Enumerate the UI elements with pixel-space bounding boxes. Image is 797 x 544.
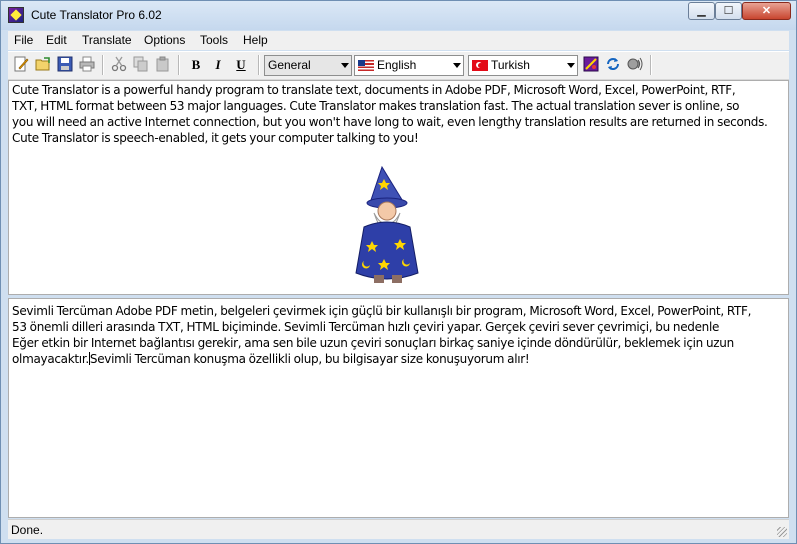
translation-text-line: Sevimli Tercüman Adobe PDF metin, belgel… [12,304,752,318]
chevron-down-icon [341,63,349,68]
copy-icon[interactable] [132,56,150,74]
underline-button[interactable]: U [232,56,250,74]
toolbar-separator [258,55,260,75]
status-bar: Done. [8,519,789,539]
minimize-button[interactable]: ▁ [688,2,715,20]
menu-tools[interactable]: Tools [200,33,228,47]
swap-icon[interactable] [604,56,622,74]
close-button[interactable]: ✕ [742,2,791,20]
menu-edit[interactable]: Edit [46,33,67,47]
source-language-value: English [377,58,417,72]
paste-icon[interactable] [154,56,172,74]
menu-translate[interactable]: Translate [82,33,132,47]
new-icon[interactable] [12,56,30,74]
source-language-dropdown[interactable]: English [354,55,464,76]
toolbar: B I U General English Turkish [8,51,789,80]
print-icon[interactable] [78,56,96,74]
resize-grip[interactable] [777,527,787,537]
toolbar-separator [650,55,652,75]
translation-text-area[interactable]: Sevimli Tercüman Adobe PDF metin, belgel… [8,298,789,518]
toolbar-separator [102,55,104,75]
menu-bar: File Edit Translate Options Tools Help [8,31,789,50]
source-text-line: you will need an active Internet connect… [12,115,768,129]
source-text: Cute Translator is a powerful handy prog… [12,82,784,146]
translation-text-line: 53 önemli dilleri arasında TXT, HTML biç… [12,320,720,334]
menu-options[interactable]: Options [144,33,185,47]
source-text-line: Cute Translator is a powerful handy prog… [12,83,736,97]
toolbar-separator [178,55,180,75]
wizard-mascot-image [355,165,419,283]
status-text: Done. [11,523,44,537]
source-text-line: TXT, HTML format between 53 major langua… [12,99,740,113]
translation-text-segment: olmayacaktır. [12,352,89,366]
turkey-flag-icon [472,60,488,71]
save-icon[interactable] [56,56,74,74]
bold-button[interactable]: B [187,56,205,74]
translation-text-line: Eğer etkin bir Internet bağlantısı gerek… [12,336,734,350]
speak-icon[interactable] [626,56,644,74]
italic-button[interactable]: I [209,56,227,74]
app-logo-icon[interactable] [8,7,24,23]
app-window: Cute Translator Pro 6.02 ▁ ☐ ✕ File Edit… [0,0,797,544]
chevron-down-icon [567,63,575,68]
window-title: Cute Translator Pro 6.02 [31,8,162,22]
subject-value: General [268,58,311,72]
translation-text-line: olmayacaktır.Sevimli Tercüman konuşma öz… [12,351,784,367]
open-icon[interactable] [34,56,52,74]
chevron-down-icon [453,63,461,68]
translation-text-segment: Sevimli Tercüman konuşma özellikli olup,… [89,352,530,366]
translation-text: Sevimli Tercüman Adobe PDF metin, belgel… [12,303,784,367]
us-flag-icon [358,60,374,71]
translate-flag-icon[interactable] [582,56,600,74]
cut-icon[interactable] [110,56,128,74]
subject-dropdown[interactable]: General [264,55,352,76]
target-language-value: Turkish [491,58,530,72]
menu-file[interactable]: File [14,33,33,47]
source-text-line: Cute Translator is speech-enabled, it ge… [12,131,419,145]
title-bar[interactable]: Cute Translator Pro 6.02 ▁ ☐ ✕ [1,1,796,30]
menu-help[interactable]: Help [243,33,268,47]
source-text-area[interactable]: Cute Translator is a powerful handy prog… [8,80,789,295]
maximize-button[interactable]: ☐ [715,2,742,20]
target-language-dropdown[interactable]: Turkish [468,55,578,76]
